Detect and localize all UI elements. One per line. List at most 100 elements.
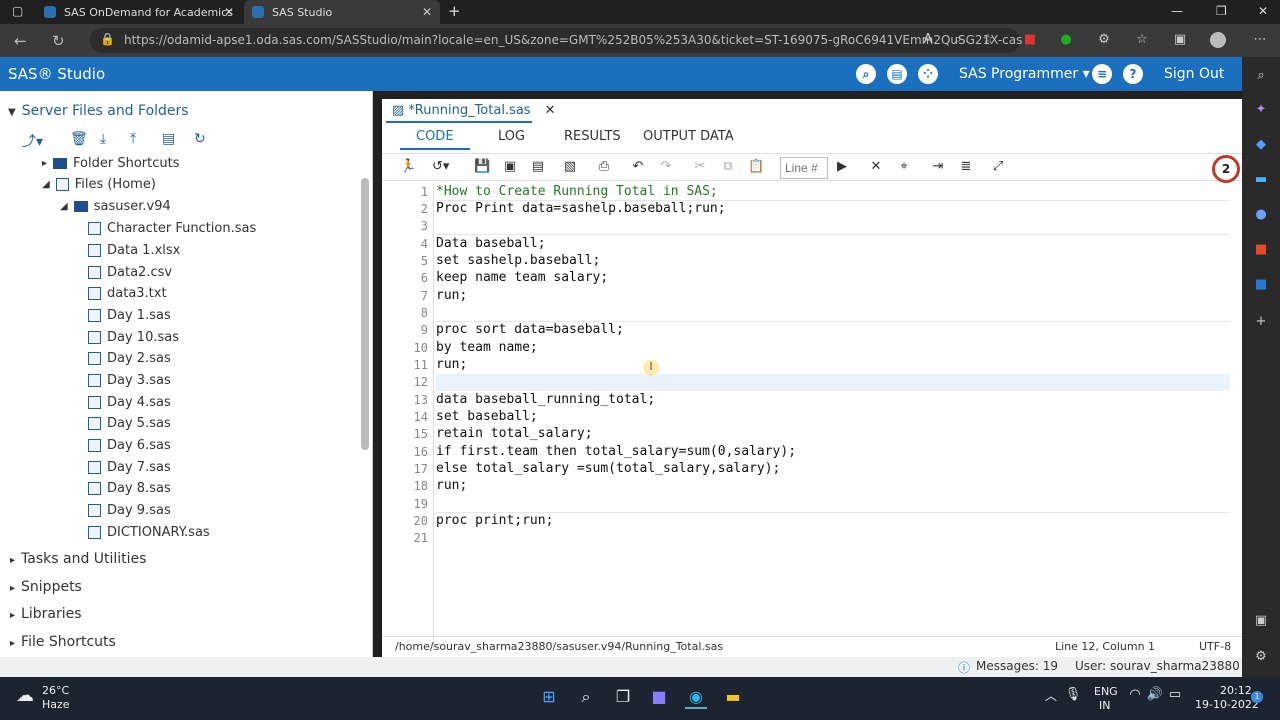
perspective-menu[interactable]: SAS Programmer ▾ — [959, 66, 1090, 82]
file-item[interactable]: Data 1.xlsx — [88, 240, 180, 260]
redo-icon[interactable]: ↷ — [658, 159, 674, 175]
sign-out-link[interactable]: Sign Out — [1164, 66, 1224, 82]
shopping-icon[interactable]: ◆ — [1253, 137, 1269, 153]
search-sidebar-icon[interactable]: ⌕ — [1253, 68, 1269, 84]
file-item[interactable]: Day 3.sas — [88, 370, 171, 390]
line-number-input[interactable] — [780, 157, 828, 179]
close-file-tab-icon[interactable]: ✕ — [545, 103, 556, 118]
close-tab-icon[interactable]: ✕ — [422, 5, 432, 19]
folder-shortcuts-node[interactable]: ▸ Folder Shortcuts — [42, 153, 179, 173]
export-icon[interactable]: ▧ — [562, 159, 578, 175]
read-aloud-icon[interactable]: A — [920, 32, 936, 48]
outlook-icon[interactable]: ■ — [1253, 277, 1269, 293]
battery-icon[interactable]: ▭ — [1164, 687, 1186, 709]
save-all-icon[interactable]: ▤ — [530, 159, 546, 175]
menu-icon[interactable]: ≡ — [1092, 64, 1112, 84]
indent-icon[interactable]: ⇥ — [930, 159, 946, 175]
help-icon[interactable]: ? — [1123, 64, 1143, 84]
office-icon[interactable]: ■ — [1253, 242, 1269, 258]
close-window-icon[interactable]: ✕ — [1258, 4, 1268, 18]
tray-chevron-icon[interactable]: ︿ — [1040, 687, 1062, 709]
find-icon[interactable]: ⌖ — [896, 159, 912, 175]
notification-badge[interactable]: 2 — [1212, 155, 1240, 183]
properties-icon[interactable]: ▤ — [162, 131, 175, 147]
file-item[interactable]: Day 1.sas — [88, 305, 171, 325]
close-tab-icon[interactable]: ✕ — [224, 5, 234, 19]
tab-output-data[interactable]: OUTPUT DATA — [643, 129, 734, 144]
open-icon[interactable]: ▤ — [887, 64, 907, 84]
games-icon[interactable]: ● — [1253, 207, 1269, 223]
tab-code[interactable]: CODE — [400, 129, 470, 150]
file-item[interactable]: Day 2.sas — [88, 348, 171, 368]
file-shortcuts-section[interactable]: ▸ File Shortcuts — [10, 634, 116, 650]
delete-icon[interactable]: 🗑 — [70, 131, 88, 147]
minimize-icon[interactable]: — — [1171, 4, 1183, 18]
extensions-icon[interactable]: ⚙ — [1096, 32, 1112, 48]
undo-icon[interactable]: ↶ — [630, 159, 646, 175]
file-item[interactable]: Day 4.sas — [88, 392, 171, 412]
notification-icon[interactable]: 1 — [1251, 691, 1263, 703]
add-sidebar-icon[interactable]: + — [1253, 314, 1269, 330]
sidebar-settings-icon[interactable]: ⚙ — [1253, 649, 1269, 665]
back-icon[interactable]: ← — [14, 32, 27, 50]
teams-chat-icon[interactable]: ■ — [648, 687, 670, 709]
more-menu-icon[interactable]: ⋯ — [1252, 32, 1268, 48]
file-item[interactable]: Day 9.sas — [88, 500, 171, 520]
messages-link[interactable]: Messages: 19 — [976, 659, 1058, 673]
maximize-view-icon[interactable]: ⤢ — [990, 159, 1006, 175]
sasuser-folder-node[interactable]: ◢ sasuser.v94 — [60, 196, 171, 216]
file-item[interactable]: Data2.csv — [88, 262, 172, 282]
refresh-icon[interactable]: ↻ — [52, 32, 65, 50]
tab-results[interactable]: RESULTS — [564, 129, 621, 144]
extension-b-icon[interactable]: ● — [1058, 32, 1074, 48]
start-icon[interactable]: ⊞ — [538, 687, 560, 709]
url-field[interactable]: 🔒 https://odamid-apse1.oda.sas.com/SASSt… — [90, 28, 1022, 53]
save-as-icon[interactable]: ▣ — [502, 159, 518, 175]
browser-tab-sas-studio[interactable]: SAS Studio ✕ — [244, 0, 440, 24]
copy-icon[interactable]: ⧉ — [720, 159, 736, 175]
file-explorer-icon[interactable]: ▬ — [722, 687, 744, 709]
clock-date[interactable]: 19-10-2022 — [1195, 698, 1259, 711]
paste-icon[interactable]: 📋 — [748, 159, 764, 175]
sidebar-panel-icon[interactable]: ▣ — [1253, 613, 1269, 629]
tab-log[interactable]: LOG — [498, 129, 525, 144]
file-item[interactable]: Day 8.sas — [88, 478, 171, 498]
format-code-icon[interactable]: ≣ — [958, 159, 974, 175]
microphone-icon[interactable]: 🎙 — [1062, 687, 1084, 709]
new-item-icon[interactable]: ⤴▾ — [22, 131, 43, 151]
cut-icon[interactable]: ✂ — [692, 159, 708, 175]
files-home-node[interactable]: ◢ Files (Home) — [42, 174, 156, 194]
collections-icon[interactable]: ▣ — [1172, 32, 1188, 48]
download-icon[interactable]: ⤓ — [100, 131, 106, 147]
profile-avatar[interactable] — [1210, 32, 1226, 48]
clock-time[interactable]: 20:12 — [1220, 684, 1252, 697]
volume-icon[interactable]: 🔊 — [1144, 687, 1166, 709]
snippets-section[interactable]: ▸ Snippets — [10, 579, 82, 595]
edge-browser-icon[interactable]: ◉ — [685, 687, 707, 709]
upload-icon[interactable]: ⤒ — [130, 131, 136, 147]
maximize-icon[interactable]: ❐ — [1216, 4, 1227, 18]
clear-icon[interactable]: ✕ — [868, 159, 884, 175]
task-view-icon[interactable]: ❐ — [612, 687, 634, 709]
refresh-files-icon[interactable]: ↻ — [194, 131, 206, 147]
file-item[interactable]: Day 5.sas — [88, 413, 171, 433]
tools-icon[interactable]: ▬ — [1253, 172, 1269, 188]
file-item[interactable]: Day 7.sas — [88, 457, 171, 477]
print-icon[interactable]: ⎙ — [596, 159, 612, 175]
file-item[interactable]: Day 10.sas — [88, 327, 179, 347]
browser-tab-sas-ondemand[interactable]: SAS OnDemand for Academics ✕ — [36, 0, 242, 24]
new-tab-icon[interactable]: + — [448, 2, 461, 20]
copilot-icon[interactable]: ✦ — [1253, 102, 1269, 118]
language-indicator[interactable]: ENG — [1094, 685, 1118, 698]
go-to-line-icon[interactable]: ▶ — [834, 159, 850, 175]
run-icon[interactable]: 🏃 — [400, 159, 416, 175]
favorites-icon[interactable]: ☆ — [1134, 32, 1150, 48]
apps-grid-icon[interactable]: ⁘ — [918, 64, 938, 84]
favorite-star-icon[interactable]: ☆ — [980, 32, 996, 48]
file-item[interactable]: DICTIONARY.sas — [88, 522, 210, 542]
tree-scrollbar[interactable] — [361, 178, 369, 450]
tab-actions-icon[interactable]: ▢ — [12, 4, 23, 18]
file-item[interactable]: Day 6.sas — [88, 435, 171, 455]
search-icon[interactable]: ⌕ — [856, 64, 876, 84]
file-item[interactable]: data3.txt — [88, 283, 167, 303]
